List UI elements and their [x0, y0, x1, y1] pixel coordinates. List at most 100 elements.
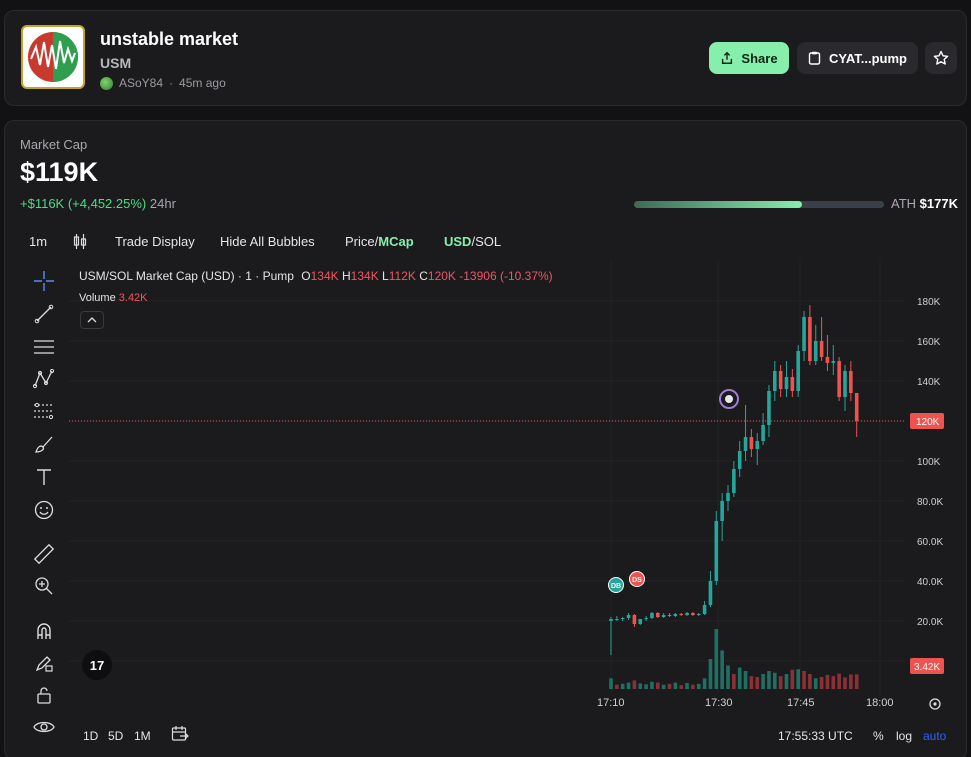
market-cap-value: $119K [20, 157, 99, 187]
interval-selector[interactable]: 1m [29, 234, 47, 249]
volume-bar [685, 683, 689, 689]
chevron-up-icon [87, 317, 97, 323]
emoji-tool[interactable] [29, 498, 59, 522]
magnet-icon [37, 623, 51, 639]
candle-body [702, 605, 707, 614]
candle-body [767, 391, 771, 425]
chart-legend: USM/SOL Market Cap (USD) · 1 · Pump O134… [79, 269, 553, 283]
ruler-icon [33, 543, 55, 565]
chart-area[interactable]: 180K 160K 140K 120K 100K 80.0K 60.0K 40.0K 20.0K… [5, 261, 968, 757]
trade-display-button[interactable]: Trade Display [115, 234, 195, 249]
lock-tool[interactable] [29, 683, 59, 707]
volume-bar [626, 682, 631, 689]
mcap-option[interactable]: MCap [378, 234, 413, 249]
candle-body [620, 618, 625, 619]
text-icon [37, 469, 51, 485]
share-button[interactable]: Share [709, 42, 789, 74]
favorite-button[interactable] [925, 42, 957, 74]
creator-row: ASoY84 · 45m ago [100, 76, 226, 90]
volume-bar [720, 650, 724, 689]
text-tool[interactable] [29, 465, 59, 489]
log-toggle[interactable]: log [896, 729, 912, 743]
volume-bar [737, 667, 742, 689]
trade-marker-label: DS [632, 577, 642, 584]
fib-tool[interactable] [29, 399, 59, 423]
price-mcap-toggle[interactable]: Price/MCap [345, 234, 414, 249]
candle-body [819, 341, 824, 357]
trendline-tool[interactable] [29, 302, 59, 326]
token-symbol: USM [100, 55, 132, 71]
contract-address-label: CYAT...pump [828, 50, 907, 66]
ohlc-low: L112K [382, 269, 416, 283]
volume-bar [732, 674, 736, 689]
ath-label: ATH $177K [891, 196, 958, 211]
range-1d[interactable]: 1D [83, 729, 98, 743]
zoom-tool[interactable] [29, 574, 59, 598]
range-5d[interactable]: 5D [108, 729, 123, 743]
candle-body [755, 441, 760, 449]
change-period: 24hr [149, 196, 176, 211]
pattern-tool[interactable] [29, 367, 59, 391]
percent-toggle[interactable]: % [873, 729, 884, 743]
token-header-card: unstable market USM ASoY84 · 45m ago Sha… [4, 10, 967, 106]
volume-bar [644, 684, 648, 689]
candle-body [638, 619, 643, 624]
fibonacci-icon [34, 402, 54, 420]
candle-body [696, 614, 701, 615]
y-tick-label: 20.0K [917, 617, 943, 628]
utc-clock[interactable]: 17:55:33 UTC [778, 729, 853, 743]
volume-bar [667, 683, 672, 689]
magnet-tool[interactable] [29, 619, 59, 643]
volume-bar [743, 671, 748, 689]
ath-value: $177K [919, 196, 958, 211]
measure-tool[interactable] [29, 542, 59, 566]
volume-bar [691, 684, 695, 689]
candle-body [667, 615, 672, 616]
volume-bar [784, 674, 789, 689]
smiley-icon [34, 500, 54, 520]
crosshair-tool[interactable] [29, 269, 59, 293]
y-tick-label: 100K [917, 457, 941, 468]
hide-bubbles-button[interactable]: Hide All Bubbles [220, 234, 315, 249]
lock-drawing-tool[interactable] [29, 651, 59, 675]
range-1m[interactable]: 1M [134, 729, 151, 743]
candle-body [644, 618, 648, 619]
volume-value: 3.42K [118, 292, 148, 304]
collapse-legend-button[interactable] [80, 311, 104, 329]
horizontal-lines-tool[interactable] [29, 335, 59, 359]
price-chart[interactable]: 180K 160K 140K 120K 100K 80.0K 60.0K 40.0K 20.0K… [5, 261, 968, 721]
ohlc-high: H134K [342, 269, 379, 283]
candle-body [626, 615, 631, 618]
copy-contract-button[interactable]: CYAT...pump [797, 42, 918, 74]
currency-toggle[interactable]: USD/SOL [444, 234, 501, 249]
usd-option[interactable]: USD [444, 234, 471, 249]
candle-body [831, 361, 836, 363]
candle-body [843, 371, 847, 397]
y-tick-label: 40.0K [917, 577, 943, 588]
brush-icon [35, 436, 53, 453]
price-option[interactable]: Price [345, 234, 375, 249]
volume-bar [773, 672, 777, 689]
volume-bar [609, 678, 613, 689]
goto-date-button[interactable] [171, 725, 189, 746]
y-tick-label: 140K [917, 377, 941, 388]
candle-body [673, 614, 678, 616]
y-tick-label: 160K [917, 337, 941, 348]
brush-tool[interactable] [29, 433, 59, 457]
candle-body [773, 371, 777, 391]
sol-option[interactable]: SOL [475, 234, 501, 249]
chart-card: Market Cap $119K +$116K (+4,452.25%) 24h… [4, 120, 967, 757]
y-tick-label: 60.0K [917, 537, 943, 548]
auto-toggle[interactable]: auto [923, 729, 946, 743]
volume-bar [802, 671, 806, 689]
creator-avatar[interactable] [100, 76, 113, 90]
candlestick-icon [73, 234, 87, 249]
candle-style-button[interactable] [73, 233, 87, 253]
volume-bar [808, 674, 812, 689]
tradingview-logo-mark: 17 [90, 658, 104, 673]
volume-bar [679, 685, 683, 689]
candle-body [615, 619, 619, 620]
candle-body [679, 614, 683, 615]
creator-name[interactable]: ASoY84 [119, 76, 163, 90]
candle-body [708, 581, 713, 605]
